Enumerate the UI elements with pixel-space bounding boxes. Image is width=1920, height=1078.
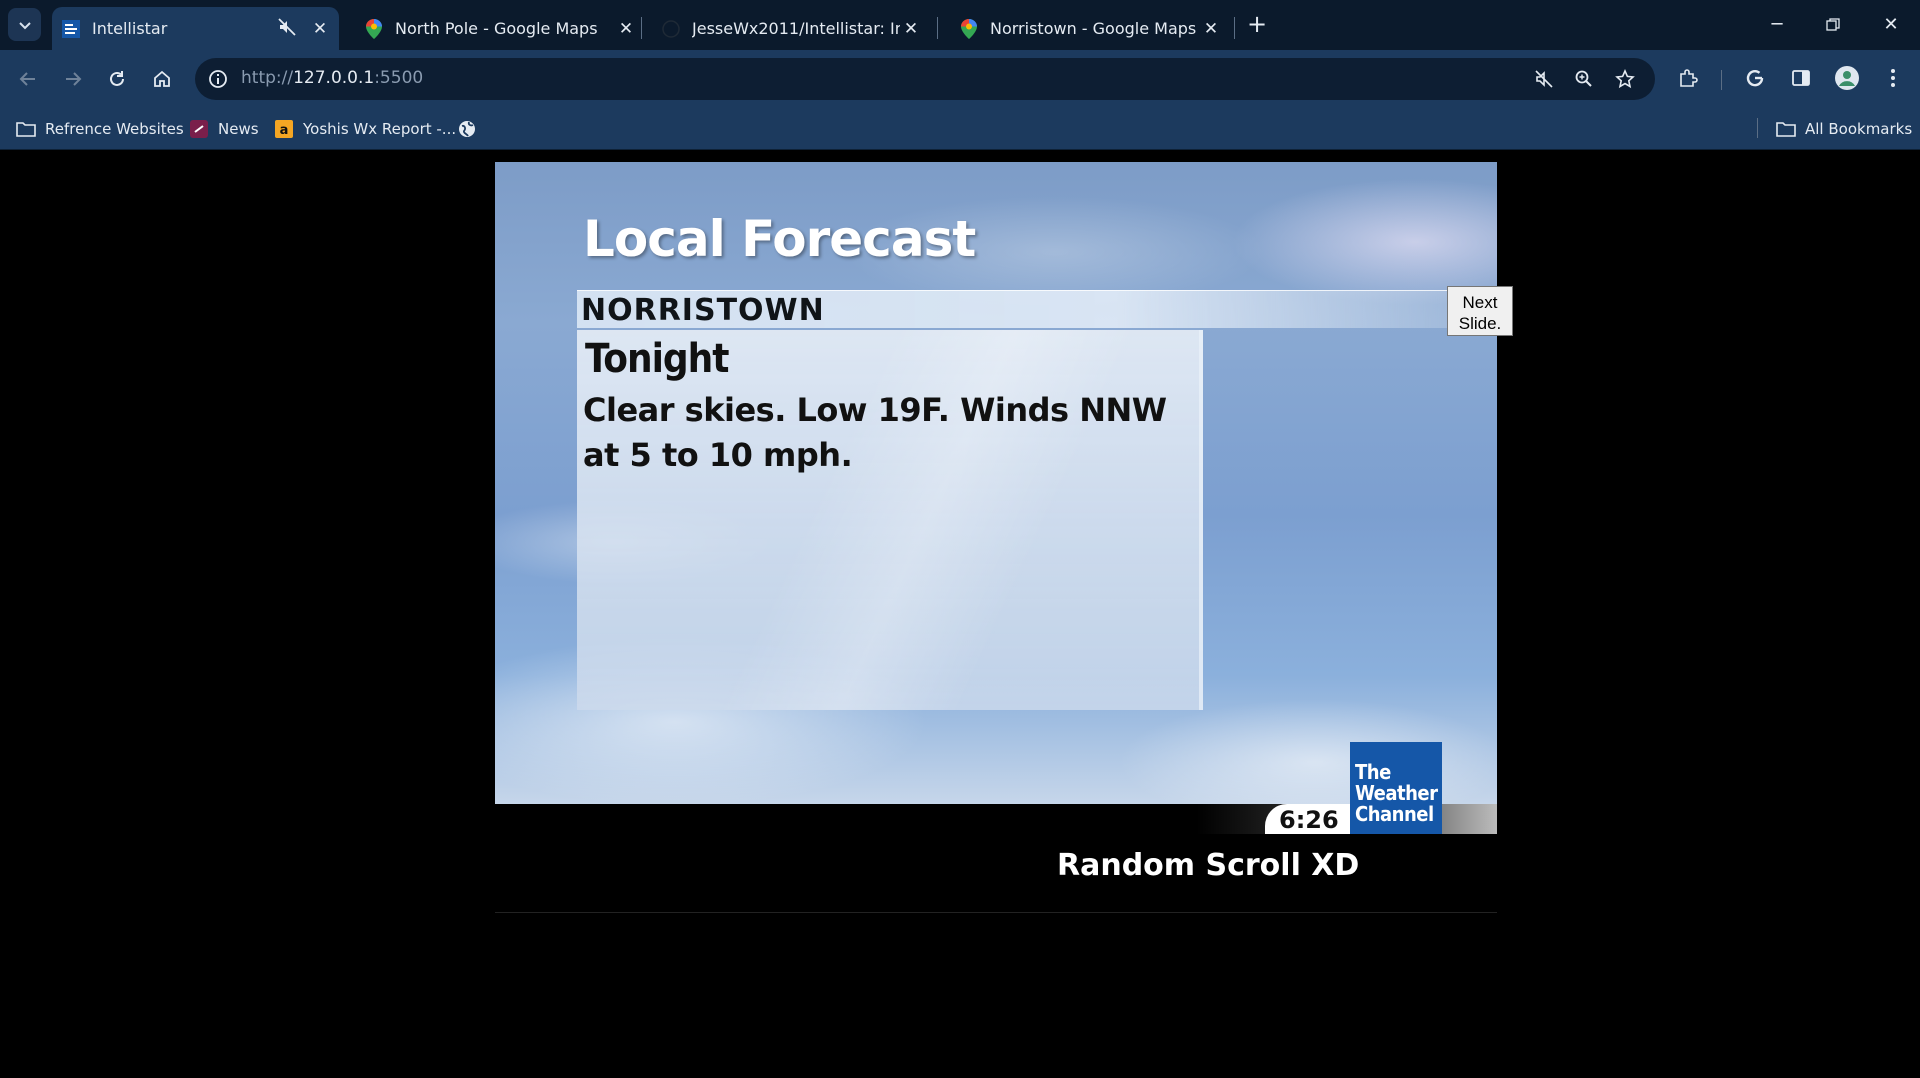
news-icon — [189, 119, 209, 139]
tab-search-button[interactable] — [8, 8, 41, 41]
restore-button[interactable] — [1813, 10, 1853, 40]
clock: 6:26 — [1279, 806, 1339, 834]
tab-github-intellistar[interactable]: JesseWx2011/Intellistar: Inspired ✕ — [652, 7, 930, 50]
bookmark-yoshis-wx-report[interactable]: a Yoshis Wx Report -... — [274, 117, 456, 141]
logo-line: Weather — [1355, 781, 1438, 805]
puzzle-icon — [1680, 69, 1698, 87]
side-panel-icon — [1792, 70, 1810, 86]
browser-menu-button[interactable] — [1877, 62, 1909, 94]
bookmark-star-button[interactable] — [1612, 66, 1638, 92]
google-account-button[interactable] — [1739, 62, 1771, 94]
close-tab-icon[interactable]: ✕ — [900, 19, 922, 39]
folder-icon — [16, 119, 36, 139]
bookmark-globe[interactable] — [457, 117, 486, 141]
home-icon — [154, 70, 170, 87]
url-host: 127.0.0.1 — [293, 68, 375, 88]
star-icon — [1615, 69, 1635, 89]
logo-line: The — [1355, 760, 1391, 784]
close-icon: ✕ — [1883, 14, 1899, 35]
forward-arrow-icon — [66, 72, 82, 86]
google-maps-pin-icon — [365, 18, 383, 39]
zoom-button[interactable] — [1571, 66, 1597, 92]
tab-separator — [937, 17, 938, 39]
forward-button[interactable] — [57, 63, 89, 95]
home-button[interactable] — [146, 63, 178, 95]
globe-icon — [457, 119, 477, 139]
forecast-panel: Tonight Clear skies. Low 19F. Winds NNW … — [577, 330, 1203, 710]
chevron-down-icon — [18, 21, 31, 29]
bookmark-refrence-websites[interactable]: Refrence Websites — [16, 117, 184, 141]
new-tab-button[interactable]: + — [1243, 11, 1271, 39]
tab-title: JesseWx2011/Intellistar: Inspired — [692, 19, 900, 38]
address-bar[interactable]: http://127.0.0.1:5500 — [195, 58, 1655, 100]
reload-button[interactable] — [101, 63, 133, 95]
kebab-menu-icon — [1891, 69, 1895, 87]
tab-norristown-maps[interactable]: Norristown - Google Maps ✕ — [950, 7, 1230, 50]
google-g-icon — [1746, 69, 1764, 87]
weather-channel-favicon — [62, 19, 80, 38]
forecast-period: Tonight — [585, 336, 730, 382]
city-name: NORRISTOWN — [581, 293, 825, 328]
url-text: http://127.0.0.1:5500 — [241, 68, 423, 88]
bookmarks-bar: Refrence Websites News a Yoshis Wx Repor… — [0, 108, 1920, 150]
logo-line: Channel — [1355, 802, 1434, 826]
minimize-icon: ─ — [1771, 14, 1783, 35]
tab-title: Intellistar — [92, 19, 168, 38]
minimize-button[interactable]: ─ — [1757, 10, 1797, 40]
plus-icon: + — [1246, 10, 1268, 38]
toolbar-separator — [1721, 70, 1722, 90]
city-bar: NORRISTOWN — [577, 290, 1477, 328]
tab-separator — [641, 17, 642, 39]
bookmarks-separator — [1757, 118, 1758, 138]
site-info-button[interactable] — [205, 66, 231, 92]
slide-header: Local Forecast — [583, 210, 976, 268]
bookmark-label: Yoshis Wx Report -... — [303, 120, 457, 138]
all-bookmarks-label: All Bookmarks — [1805, 120, 1913, 138]
restore-icon — [1826, 18, 1840, 31]
muted-speaker-icon[interactable] — [275, 17, 299, 40]
browser-toolbar: http://127.0.0.1:5500 — [0, 50, 1920, 108]
ticker-text: Random Scroll XD — [1057, 848, 1360, 883]
back-arrow-icon — [19, 72, 35, 86]
google-maps-pin-icon — [960, 18, 978, 39]
folder-icon — [1776, 119, 1796, 139]
github-icon — [662, 19, 680, 38]
back-button[interactable] — [12, 63, 44, 95]
ticker-divider — [495, 912, 1497, 913]
tab-separator — [1234, 17, 1235, 39]
site-muted-button[interactable] — [1531, 66, 1557, 92]
forecast-slide: Local Forecast NORRISTOWN Tonight Clear … — [495, 162, 1497, 804]
close-tab-icon[interactable]: ✕ — [309, 19, 331, 39]
all-bookmarks-button[interactable]: All Bookmarks — [1776, 117, 1912, 141]
bookmark-label: Refrence Websites — [45, 120, 184, 138]
info-icon — [209, 70, 227, 88]
amazon-icon: a — [274, 119, 294, 139]
side-panel-button[interactable] — [1785, 62, 1817, 94]
bookmark-label: News — [218, 120, 259, 138]
close-window-button[interactable]: ✕ — [1871, 10, 1911, 40]
bookmark-news[interactable]: News — [189, 117, 259, 141]
url-port: :5500 — [374, 68, 424, 88]
weather-channel-logo: The Weather Channel — [1350, 742, 1442, 834]
tab-north-pole-maps[interactable]: North Pole - Google Maps ✕ — [355, 7, 645, 50]
tab-title: Norristown - Google Maps — [990, 19, 1197, 38]
reload-icon — [110, 71, 124, 86]
svg-text:a: a — [280, 123, 289, 138]
tab-intellistar[interactable]: Intellistar ✕ — [52, 7, 339, 50]
extensions-button[interactable] — [1672, 62, 1704, 94]
close-tab-icon[interactable]: ✕ — [615, 19, 637, 39]
muted-speaker-icon — [1535, 70, 1553, 88]
tab-title: North Pole - Google Maps — [395, 19, 598, 38]
avatar-icon — [1835, 66, 1859, 90]
zoom-icon — [1575, 70, 1592, 87]
forecast-text: Clear skies. Low 19F. Winds NNW at 5 to … — [583, 391, 1167, 474]
profile-avatar[interactable] — [1831, 62, 1863, 94]
next-slide-button[interactable]: Next Slide. — [1447, 286, 1513, 336]
url-scheme: http:// — [241, 68, 294, 88]
close-tab-icon[interactable]: ✕ — [1200, 19, 1222, 39]
tab-strip: Intellistar ✕ North Pole - Google Maps ✕… — [0, 0, 1920, 50]
